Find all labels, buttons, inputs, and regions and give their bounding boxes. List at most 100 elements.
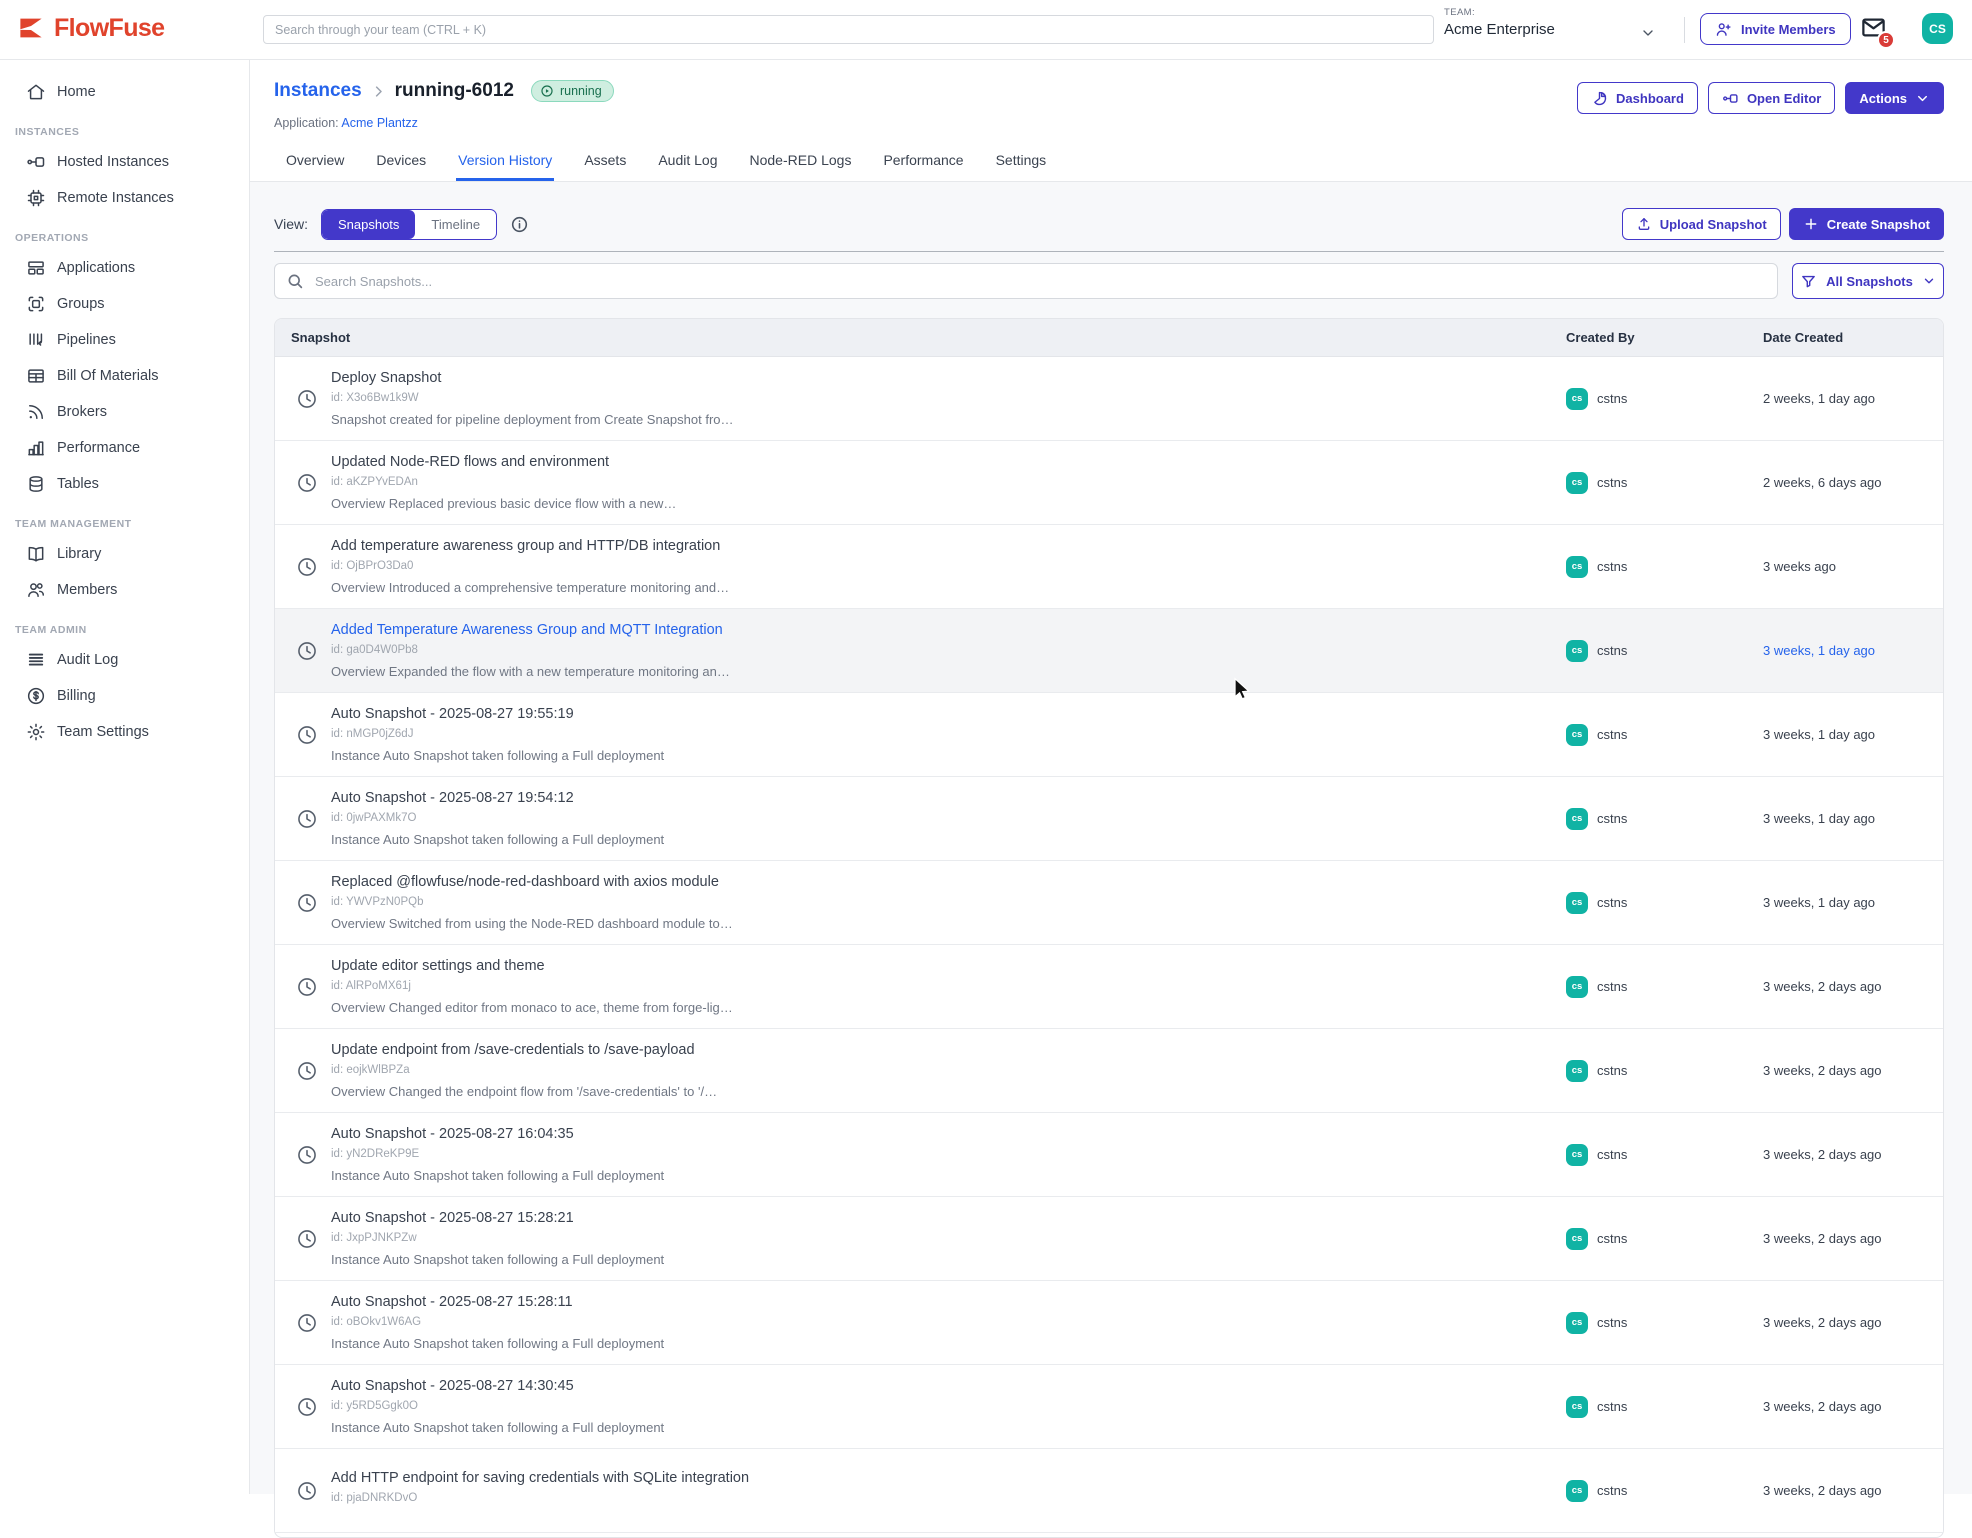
table-row[interactable]: Auto Snapshot - 2025-08-27 16:04:35 id: …: [275, 1113, 1943, 1197]
table-row[interactable]: Added Temperature Awareness Group and MQ…: [275, 609, 1943, 693]
date-created: 3 weeks, 2 days ago: [1763, 1483, 1943, 1498]
snapshot-title[interactable]: Update endpoint from /save-credentials t…: [331, 1042, 1566, 1058]
snapshot-title[interactable]: Updated Node-RED flows and environment: [331, 454, 1566, 470]
snapshot-title[interactable]: Auto Snapshot - 2025-08-27 15:28:11: [331, 1294, 1566, 1310]
flowfuse-logo-text: FlowFuse: [54, 14, 164, 43]
open-editor-button[interactable]: Open Editor: [1708, 82, 1835, 114]
snapshot-description: Instance Auto Snapshot taken following a…: [331, 1252, 1566, 1267]
table-row[interactable]: Auto Snapshot - 2025-08-27 15:28:11 id: …: [275, 1281, 1943, 1365]
tab-assets[interactable]: Assets: [582, 146, 628, 181]
snapshot-description: Instance Auto Snapshot taken following a…: [331, 1420, 1566, 1435]
tab-node-red-logs[interactable]: Node-RED Logs: [748, 146, 854, 181]
snapshot-title[interactable]: Update editor settings and theme: [331, 958, 1566, 974]
members-icon: [26, 580, 46, 600]
sidebar-item-performance[interactable]: Performance: [0, 430, 249, 466]
snapshot-title[interactable]: Added Temperature Awareness Group and MQ…: [331, 622, 1566, 638]
table-row[interactable]: Deploy Snapshot id: X3o6Bw1k9W Snapshot …: [275, 357, 1943, 441]
sidebar-item-members[interactable]: Members: [0, 572, 249, 608]
table-row[interactable]: Updated Node-RED flows and environment i…: [275, 441, 1943, 525]
snapshot-id: id: nMGP0jZ6dJ: [331, 728, 1566, 740]
instance-name: running-6012: [395, 80, 514, 102]
snapshot-title[interactable]: Auto Snapshot - 2025-08-27 14:30:45: [331, 1378, 1566, 1394]
sidebar-item-team-settings[interactable]: Team Settings: [0, 714, 249, 750]
dashboard-button[interactable]: Dashboard: [1577, 82, 1698, 114]
creator-avatar: cs: [1566, 556, 1588, 578]
actions-button[interactable]: Actions: [1845, 82, 1944, 114]
tab-version-history[interactable]: Version History: [456, 146, 554, 181]
tab-devices[interactable]: Devices: [374, 146, 428, 181]
upload-icon: [1636, 216, 1652, 232]
funnel-icon: [1800, 273, 1817, 290]
applications-icon: [26, 258, 46, 278]
creator-name: cstns: [1597, 1063, 1627, 1078]
search-snapshots-input[interactable]: [274, 263, 1778, 299]
creator-name: cstns: [1597, 1231, 1627, 1246]
table-row[interactable]: Auto Snapshot - 2025-08-27 19:55:19 id: …: [275, 693, 1943, 777]
sidebar-item-tables[interactable]: Tables: [0, 466, 249, 502]
sidebar-item-library[interactable]: Library: [0, 536, 249, 572]
breadcrumb-instances-link[interactable]: Instances: [274, 80, 362, 102]
sidebar-item-home[interactable]: Home: [0, 74, 249, 110]
performance-icon: [26, 438, 46, 458]
user-avatar[interactable]: CS: [1922, 13, 1953, 44]
sidebar-item-billing[interactable]: Billing: [0, 678, 249, 714]
sidebar-item-bill-of-materials[interactable]: Bill Of Materials: [0, 358, 249, 394]
sidebar-item-brokers[interactable]: Brokers: [0, 394, 249, 430]
snapshot-title[interactable]: Deploy Snapshot: [331, 370, 1566, 386]
table-row[interactable]: Add HTTP endpoint for saving credentials…: [275, 1449, 1943, 1533]
tab-settings[interactable]: Settings: [994, 146, 1049, 181]
bill-of-materials-icon: [26, 366, 46, 386]
snapshot-title[interactable]: Auto Snapshot - 2025-08-27 15:28:21: [331, 1210, 1566, 1226]
creator-avatar: cs: [1566, 892, 1588, 914]
tab-overview[interactable]: Overview: [284, 146, 346, 181]
table-row[interactable]: Auto Snapshot - 2025-08-27 15:28:21 id: …: [275, 1197, 1943, 1281]
snapshot-title[interactable]: Replaced @flowfuse/node-red-dashboard wi…: [331, 874, 1566, 890]
notifications-button[interactable]: 5: [1860, 14, 1894, 48]
team-selector[interactable]: TEAM: Acme Enterprise: [1444, 7, 1674, 53]
invite-members-button[interactable]: Invite Members: [1700, 13, 1851, 45]
snapshot-title[interactable]: Auto Snapshot - 2025-08-27 19:55:19: [331, 706, 1566, 722]
clock-icon: [296, 892, 318, 914]
creator-name: cstns: [1597, 1147, 1627, 1162]
tab-performance[interactable]: Performance: [881, 146, 965, 181]
table-row[interactable]: Auto Snapshot - 2025-08-27 19:54:12 id: …: [275, 777, 1943, 861]
snapshot-title[interactable]: Add temperature awareness group and HTTP…: [331, 538, 1566, 554]
date-created: 3 weeks, 2 days ago: [1763, 979, 1943, 994]
sidebar-item-applications[interactable]: Applications: [0, 250, 249, 286]
global-search-input[interactable]: [263, 15, 1434, 44]
creator-avatar: cs: [1566, 472, 1588, 494]
snapshot-description: Overview Introduced a comprehensive temp…: [331, 580, 1566, 595]
table-row[interactable]: Update editor settings and theme id: AlR…: [275, 945, 1943, 1029]
sidebar-item-remote-instances[interactable]: Remote Instances: [0, 180, 249, 216]
header-divider: [1684, 17, 1685, 43]
top-header: FlowFuse TEAM: Acme Enterprise Invite Me…: [0, 0, 1972, 60]
table-row[interactable]: Replaced @flowfuse/node-red-dashboard wi…: [275, 861, 1943, 945]
billing-icon: [26, 686, 46, 706]
info-icon[interactable]: [510, 215, 529, 234]
main-area: Instances running-6012 running Applicati…: [250, 60, 1972, 1494]
sidebar-item-pipelines[interactable]: Pipelines: [0, 322, 249, 358]
sidebar-item-groups[interactable]: Groups: [0, 286, 249, 322]
sidebar-item-hosted-instances[interactable]: Hosted Instances: [0, 144, 249, 180]
create-snapshot-button[interactable]: Create Snapshot: [1789, 208, 1944, 240]
snapshot-filter-dropdown[interactable]: All Snapshots: [1792, 263, 1944, 299]
creator-name: cstns: [1597, 559, 1627, 574]
table-row[interactable]: Auto Snapshot - 2025-08-27 14:30:45 id: …: [275, 1365, 1943, 1449]
sidebar-item-audit-log[interactable]: Audit Log: [0, 642, 249, 678]
flowfuse-logo[interactable]: FlowFuse: [16, 13, 164, 43]
view-segment-timeline[interactable]: Timeline: [415, 210, 496, 239]
view-segment-snapshots[interactable]: Snapshots: [322, 210, 415, 239]
snapshot-id: id: JxpPJNKPZw: [331, 1232, 1566, 1244]
snapshot-title[interactable]: Add HTTP endpoint for saving credentials…: [331, 1470, 1566, 1486]
snapshot-description: Overview Changed the endpoint flow from …: [331, 1084, 1566, 1099]
tab-audit-log[interactable]: Audit Log: [656, 146, 719, 181]
snapshot-title[interactable]: Auto Snapshot - 2025-08-27 16:04:35: [331, 1126, 1566, 1142]
table-row[interactable]: Add temperature awareness group and HTTP…: [275, 525, 1943, 609]
groups-icon: [26, 294, 46, 314]
upload-snapshot-button[interactable]: Upload Snapshot: [1622, 208, 1781, 240]
team-label: TEAM:: [1444, 7, 1674, 18]
table-row[interactable]: Update endpoint from /save-credentials t…: [275, 1029, 1943, 1113]
snapshot-title[interactable]: Auto Snapshot - 2025-08-27 19:54:12: [331, 790, 1566, 806]
chevron-right-icon: [371, 84, 386, 99]
application-link[interactable]: Acme Plantzz: [341, 116, 417, 130]
